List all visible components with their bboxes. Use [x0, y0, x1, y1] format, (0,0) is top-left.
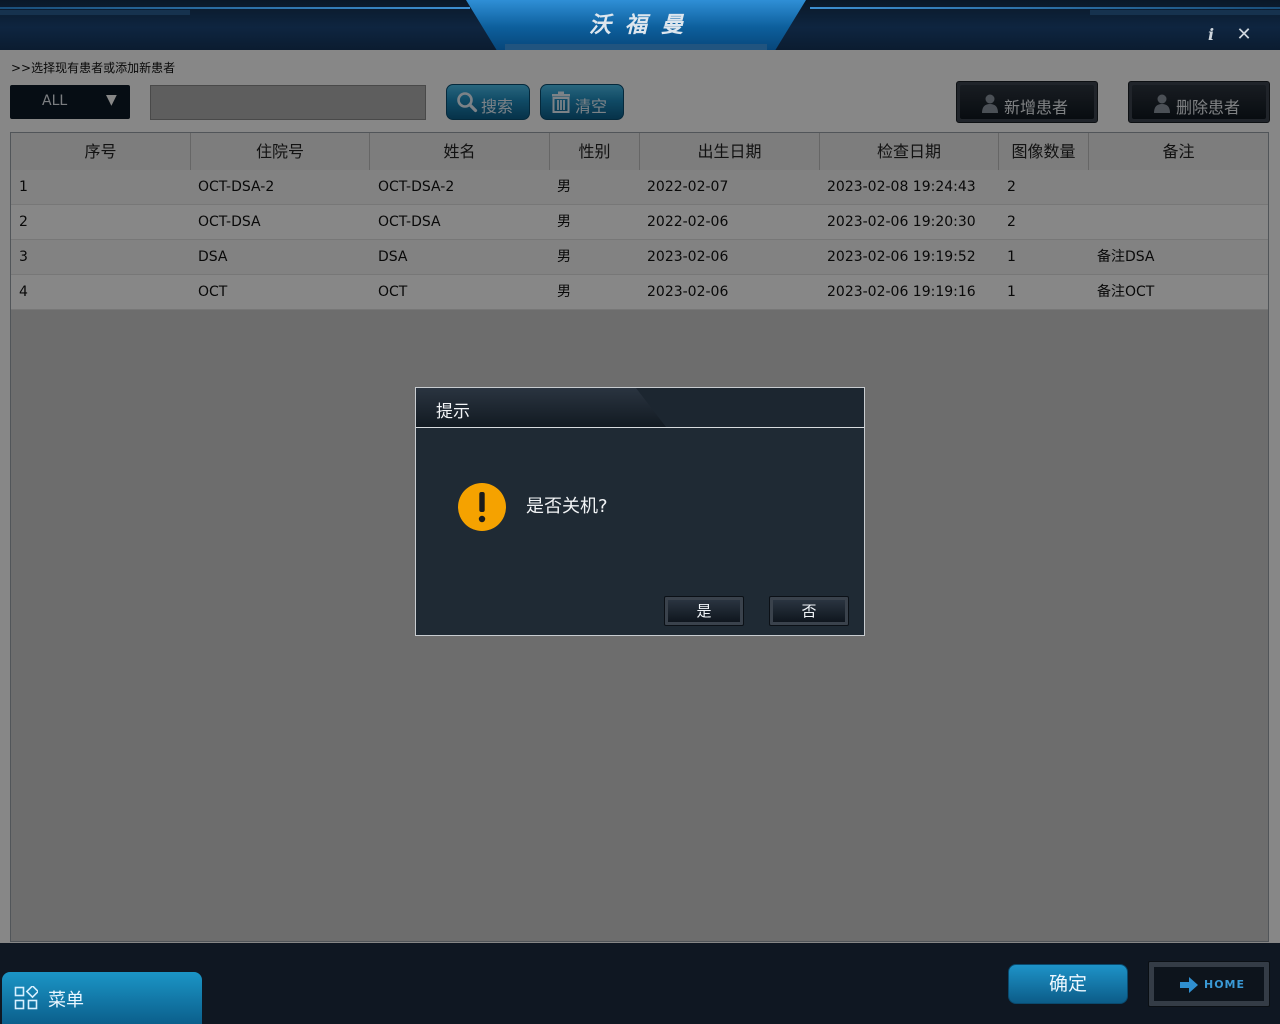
warning-icon — [458, 483, 506, 531]
title-bar-decor-left — [0, 7, 470, 9]
home-label: HOME — [1204, 978, 1246, 991]
no-button[interactable]: 否 — [769, 596, 849, 626]
dialog-message: 是否关机? — [526, 496, 608, 517]
title-bar: 沃福曼 i ✕ — [0, 0, 1280, 50]
yes-button-label: 是 — [668, 600, 740, 622]
grid-icon — [14, 986, 38, 1010]
info-icon[interactable]: i — [1203, 25, 1219, 45]
menu-label: 菜单 — [48, 990, 84, 1011]
confirm-button[interactable]: 确定 — [1008, 964, 1128, 1004]
shutdown-dialog: 提示 是否关机? 是 否 — [415, 387, 865, 636]
yes-button[interactable]: 是 — [664, 596, 744, 626]
app-title: 沃福曼 — [588, 13, 697, 38]
dialog-title: 提示 — [436, 402, 470, 422]
dialog-header: 提示 — [416, 388, 864, 428]
no-button-label: 否 — [773, 600, 845, 622]
close-icon[interactable]: ✕ — [1235, 25, 1253, 45]
title-bar-shadow-left — [0, 10, 190, 15]
home-button-face: HOME — [1154, 967, 1264, 1001]
home-button[interactable]: HOME — [1148, 961, 1270, 1007]
arrow-right-icon — [1180, 977, 1198, 993]
title-bar-decor-right — [810, 7, 1280, 9]
menu-button[interactable]: 菜单 — [2, 972, 202, 1024]
title-bar-shadow-right — [1090, 10, 1280, 15]
